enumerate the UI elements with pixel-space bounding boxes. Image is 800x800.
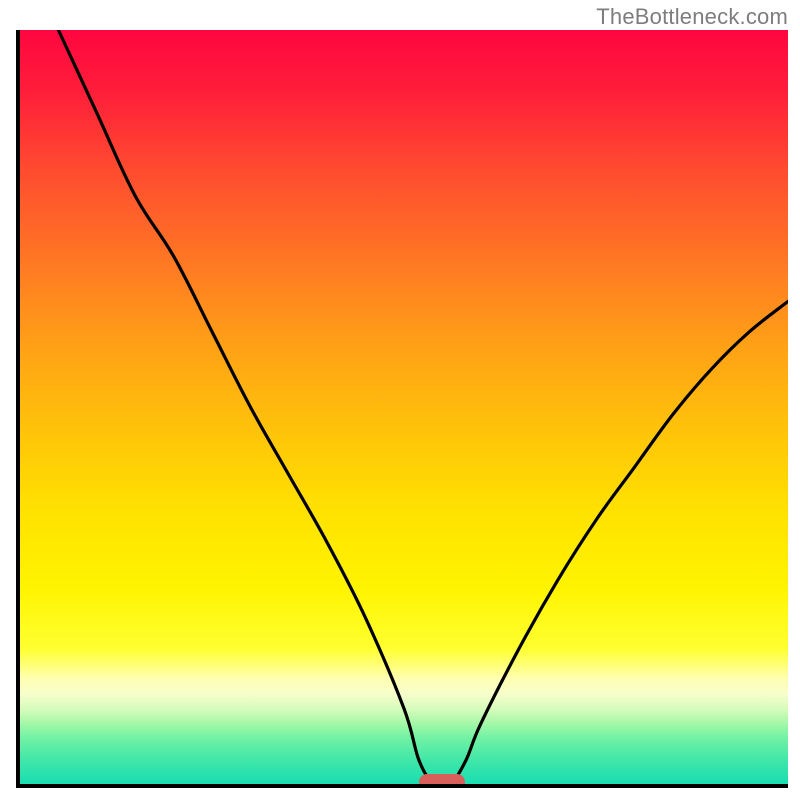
watermark-text: TheBottleneck.com [596,4,788,30]
bottleneck-curve-path [58,30,788,784]
curve-svg [20,30,788,784]
min-marker [419,774,465,788]
bottleneck-chart: TheBottleneck.com [0,0,800,800]
plot-area [16,30,788,788]
